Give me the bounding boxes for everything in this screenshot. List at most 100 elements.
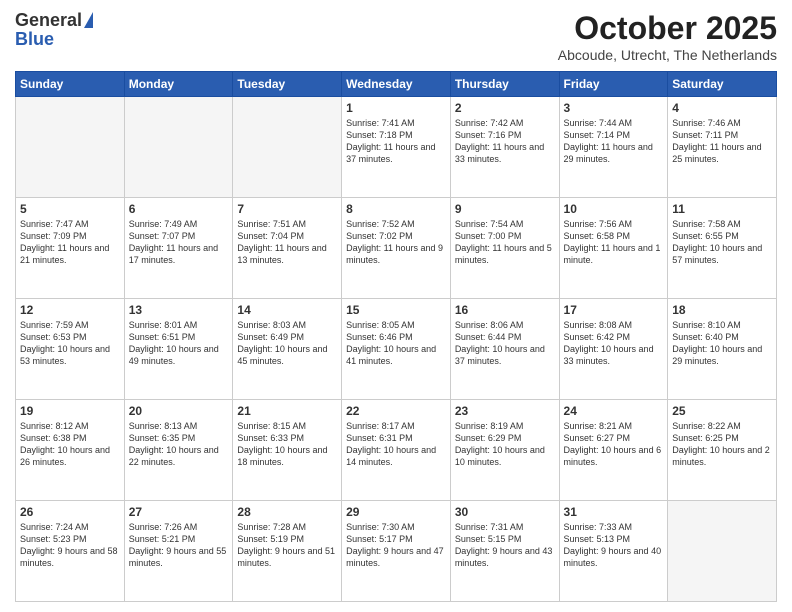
day-number: 10: [564, 202, 664, 216]
day-cell: 26 Sunrise: 7:24 AMSunset: 5:23 PMDayligh…: [16, 501, 125, 602]
day-cell: 18 Sunrise: 8:10 AMSunset: 6:40 PMDayligh…: [668, 299, 777, 400]
day-number: 3: [564, 101, 664, 115]
cell-info: Sunrise: 8:03 AMSunset: 6:49 PMDaylight:…: [237, 320, 327, 366]
cell-info: Sunrise: 8:15 AMSunset: 6:33 PMDaylight:…: [237, 421, 327, 467]
day-cell: 14 Sunrise: 8:03 AMSunset: 6:49 PMDayligh…: [233, 299, 342, 400]
cell-info: Sunrise: 8:22 AMSunset: 6:25 PMDaylight:…: [672, 421, 770, 467]
day-cell: 7Sunrise: 7:51 AMSunset: 7:04 PMDaylight…: [233, 198, 342, 299]
day-number: 16: [455, 303, 555, 317]
header-day-saturday: Saturday: [668, 72, 777, 97]
day-cell: 12Sunrise: 7:59 AMSunset: 6:53 PMDayligh…: [16, 299, 125, 400]
cell-info: Sunrise: 8:10 AMSunset: 6:40 PMDaylight:…: [672, 320, 762, 366]
day-cell: 8Sunrise: 7:52 AMSunset: 7:02 PMDaylight…: [342, 198, 451, 299]
day-cell: [233, 97, 342, 198]
day-number: 15: [346, 303, 446, 317]
week-row-3: 12Sunrise: 7:59 AMSunset: 6:53 PMDayligh…: [16, 299, 777, 400]
day-number: 28: [237, 505, 337, 519]
week-row-1: 1Sunrise: 7:41 AMSunset: 7:18 PMDaylight…: [16, 97, 777, 198]
cell-info: Sunrise: 7:33 AMSunset: 5:13 PMDaylight:…: [564, 522, 662, 568]
logo-general-text: General: [15, 10, 82, 31]
cell-info: Sunrise: 7:47 AMSunset: 7:09 PMDaylight:…: [20, 219, 109, 265]
day-number: 30: [455, 505, 555, 519]
day-number: 5: [20, 202, 120, 216]
day-cell: 3Sunrise: 7:44 AMSunset: 7:14 PMDaylight…: [559, 97, 668, 198]
day-cell: [16, 97, 125, 198]
header-day-sunday: Sunday: [16, 72, 125, 97]
page: General Blue October 2025 Abcoude, Utrec…: [0, 0, 792, 612]
cell-info: Sunrise: 7:30 AMSunset: 5:17 PMDaylight:…: [346, 522, 444, 568]
day-cell: 6 Sunrise: 7:49 AMSunset: 7:07 PMDaylight…: [124, 198, 233, 299]
day-number: 6: [129, 202, 229, 216]
cell-info: Sunrise: 7:58 AMSunset: 6:55 PMDaylight:…: [672, 219, 762, 265]
cell-info: Sunrise: 7:24 AMSunset: 5:23 PMDaylight:…: [20, 522, 118, 568]
header-day-monday: Monday: [124, 72, 233, 97]
cell-info: Sunrise: 7:51 AMSunset: 7:04 PMDaylight:…: [237, 219, 326, 265]
cell-info: Sunrise: 8:19 AMSunset: 6:29 PMDaylight:…: [455, 421, 545, 467]
header-day-thursday: Thursday: [450, 72, 559, 97]
day-cell: 27 Sunrise: 7:26 AMSunset: 5:21 PMDayligh…: [124, 501, 233, 602]
header-day-friday: Friday: [559, 72, 668, 97]
day-cell: 20Sunrise: 8:13 AMSunset: 6:35 PMDayligh…: [124, 400, 233, 501]
cell-info: Sunrise: 8:17 AMSunset: 6:31 PMDaylight:…: [346, 421, 436, 467]
day-number: 12: [20, 303, 120, 317]
cell-info: Sunrise: 8:08 AMSunset: 6:42 PMDaylight:…: [564, 320, 654, 366]
day-number: 24: [564, 404, 664, 418]
logo-triangle-icon: [84, 12, 93, 28]
header: General Blue October 2025 Abcoude, Utrec…: [15, 10, 777, 63]
header-day-tuesday: Tuesday: [233, 72, 342, 97]
cell-info: Sunrise: 8:05 AMSunset: 6:46 PMDaylight:…: [346, 320, 436, 366]
cell-info: Sunrise: 8:01 AMSunset: 6:51 PMDaylight:…: [129, 320, 219, 366]
cell-info: Sunrise: 7:49 AMSunset: 7:07 PMDaylight:…: [129, 219, 218, 265]
month-title: October 2025: [558, 10, 777, 47]
day-cell: 24 Sunrise: 8:21 AMSunset: 6:27 PMDayligh…: [559, 400, 668, 501]
cell-info: Sunrise: 7:42 AMSunset: 7:16 PMDaylight:…: [455, 118, 544, 164]
day-number: 27: [129, 505, 229, 519]
day-cell: 19Sunrise: 8:12 AMSunset: 6:38 PMDayligh…: [16, 400, 125, 501]
cell-info: Sunrise: 8:21 AMSunset: 6:27 PMDaylight:…: [564, 421, 662, 467]
day-number: 17: [564, 303, 664, 317]
day-cell: [124, 97, 233, 198]
day-cell: 16Sunrise: 8:06 AMSunset: 6:44 PMDayligh…: [450, 299, 559, 400]
cell-info: Sunrise: 8:12 AMSunset: 6:38 PMDaylight:…: [20, 421, 110, 467]
day-number: 29: [346, 505, 446, 519]
cell-info: Sunrise: 7:31 AMSunset: 5:15 PMDaylight:…: [455, 522, 553, 568]
day-number: 31: [564, 505, 664, 519]
day-number: 8: [346, 202, 446, 216]
day-number: 14: [237, 303, 337, 317]
day-cell: 15 Sunrise: 8:05 AMSunset: 6:46 PMDayligh…: [342, 299, 451, 400]
day-number: 20: [129, 404, 229, 418]
day-number: 4: [672, 101, 772, 115]
day-cell: 25 Sunrise: 8:22 AMSunset: 6:25 PMDayligh…: [668, 400, 777, 501]
day-number: 11: [672, 202, 772, 216]
cell-info: Sunrise: 7:26 AMSunset: 5:21 PMDaylight:…: [129, 522, 227, 568]
day-cell: [668, 501, 777, 602]
logo: General Blue: [15, 10, 93, 50]
day-cell: 29 Sunrise: 7:30 AMSunset: 5:17 PMDayligh…: [342, 501, 451, 602]
day-number: 25: [672, 404, 772, 418]
logo-blue-text: Blue: [15, 29, 54, 50]
header-row: SundayMondayTuesdayWednesdayThursdayFrid…: [16, 72, 777, 97]
week-row-2: 5 Sunrise: 7:47 AMSunset: 7:09 PMDaylight…: [16, 198, 777, 299]
day-cell: 11 Sunrise: 7:58 AMSunset: 6:55 PMDayligh…: [668, 198, 777, 299]
day-cell: 30 Sunrise: 7:31 AMSunset: 5:15 PMDayligh…: [450, 501, 559, 602]
day-cell: 22 Sunrise: 8:17 AMSunset: 6:31 PMDayligh…: [342, 400, 451, 501]
cell-info: Sunrise: 7:28 AMSunset: 5:19 PMDaylight:…: [237, 522, 335, 568]
day-number: 9: [455, 202, 555, 216]
day-cell: 28 Sunrise: 7:28 AMSunset: 5:19 PMDayligh…: [233, 501, 342, 602]
week-row-5: 26 Sunrise: 7:24 AMSunset: 5:23 PMDayligh…: [16, 501, 777, 602]
header-day-wednesday: Wednesday: [342, 72, 451, 97]
day-cell: 13 Sunrise: 8:01 AMSunset: 6:51 PMDayligh…: [124, 299, 233, 400]
day-cell: 31 Sunrise: 7:33 AMSunset: 5:13 PMDayligh…: [559, 501, 668, 602]
day-number: 18: [672, 303, 772, 317]
cell-info: Sunrise: 7:56 AMSunset: 6:58 PMDaylight:…: [564, 219, 661, 265]
day-number: 22: [346, 404, 446, 418]
day-cell: 10 Sunrise: 7:56 AMSunset: 6:58 PMDayligh…: [559, 198, 668, 299]
day-number: 26: [20, 505, 120, 519]
cell-info: Sunrise: 7:41 AMSunset: 7:18 PMDaylight:…: [346, 118, 435, 164]
day-cell: 17 Sunrise: 8:08 AMSunset: 6:42 PMDayligh…: [559, 299, 668, 400]
day-number: 13: [129, 303, 229, 317]
day-number: 23: [455, 404, 555, 418]
cell-info: Sunrise: 7:46 AMSunset: 7:11 PMDaylight:…: [672, 118, 761, 164]
calendar-table: SundayMondayTuesdayWednesdayThursdayFrid…: [15, 71, 777, 602]
day-number: 2: [455, 101, 555, 115]
